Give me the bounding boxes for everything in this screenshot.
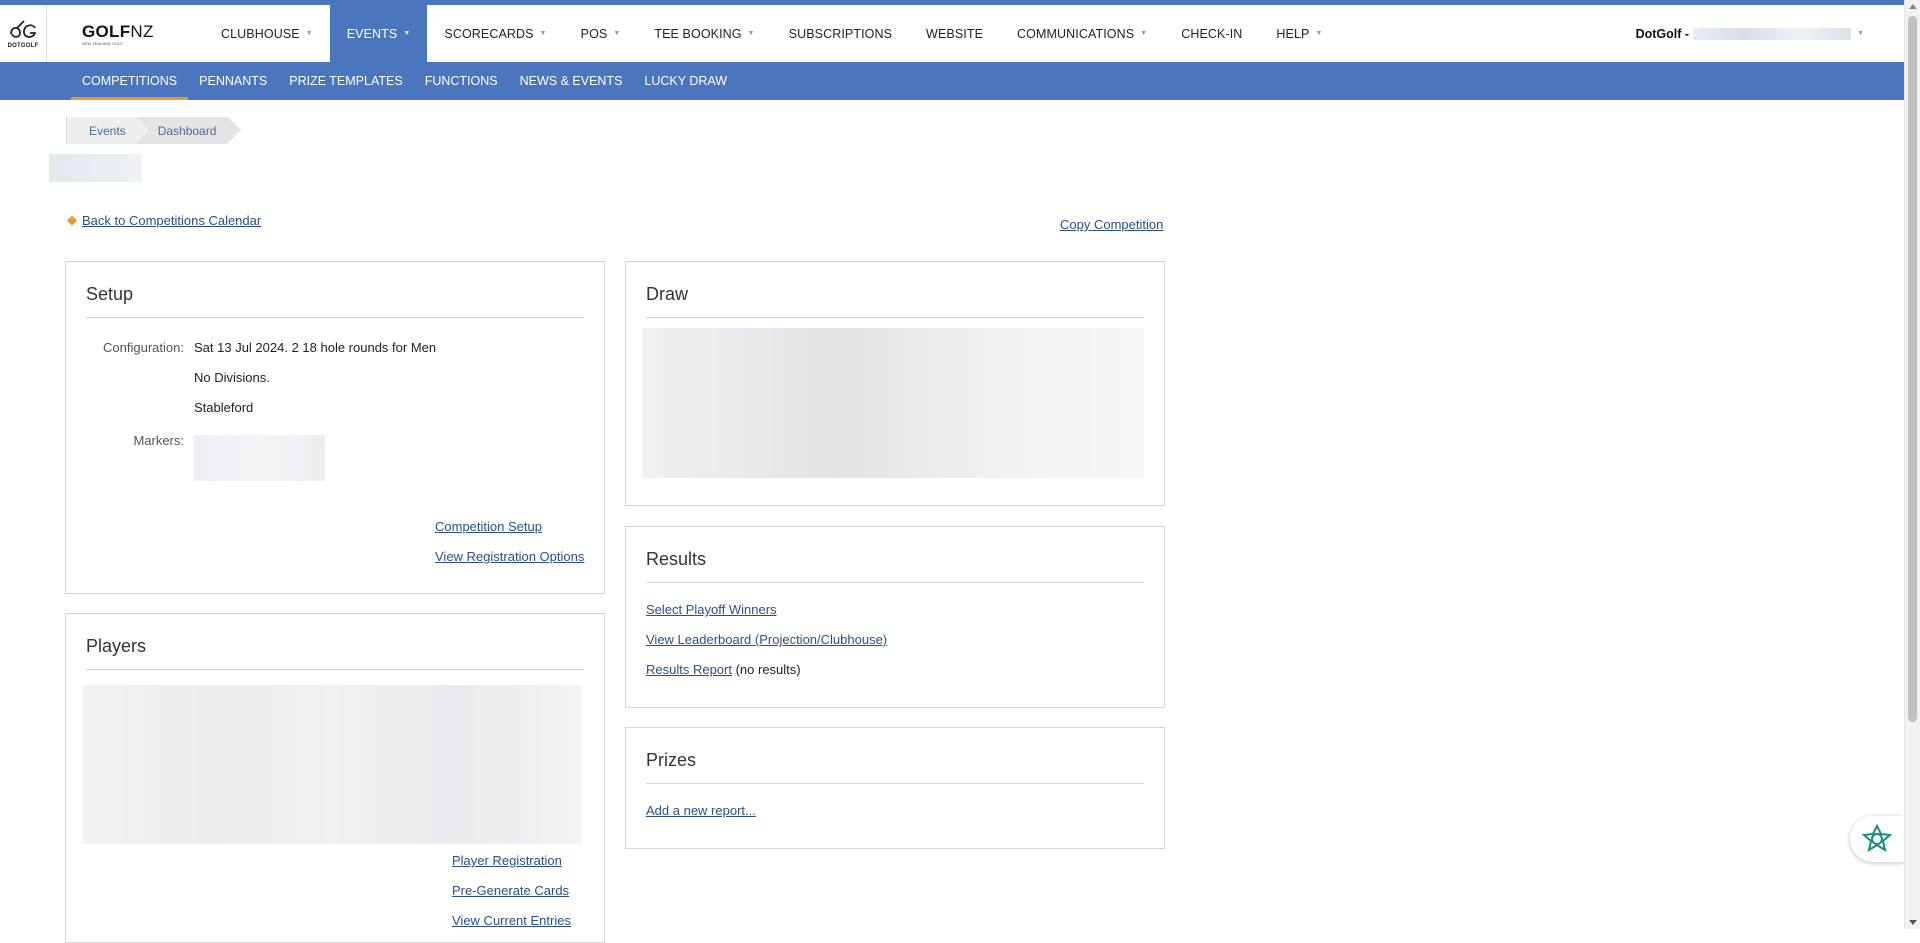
- chat-assistant-icon: [1861, 823, 1893, 853]
- main-header: DOTGOLF GOLFNZ NEW ZEALAND GOLF CLUBHOUS…: [0, 5, 1904, 62]
- players-panel: Players Player Registration Pre-Generate…: [65, 613, 605, 943]
- breadcrumb-events[interactable]: Events: [66, 117, 149, 144]
- subnav-prize-templates[interactable]: PRIZE TEMPLATES: [278, 62, 413, 100]
- divider: [646, 317, 1144, 318]
- sub-nav: COMPETITIONS PENNANTS PRIZE TEMPLATES FU…: [0, 62, 1904, 100]
- breadcrumb-separator: [228, 117, 242, 143]
- competition-setup-link[interactable]: Competition Setup: [435, 519, 542, 534]
- subnav-lucky-draw[interactable]: LUCKY DRAW: [633, 62, 738, 100]
- nav-check-in[interactable]: CHECK-IN: [1164, 5, 1259, 62]
- nav-website[interactable]: WEBSITE: [909, 5, 1000, 62]
- scroll-down-icon[interactable]: [1909, 920, 1917, 925]
- divider: [86, 669, 584, 670]
- select-playoff-winners-link[interactable]: Select Playoff Winners: [646, 602, 777, 617]
- format-value: Stableford: [194, 400, 254, 415]
- view-leaderboard-link[interactable]: View Leaderboard (Projection/Clubhouse): [646, 632, 887, 647]
- golfnz-logo-main: GOLF: [82, 21, 131, 41]
- nav-clubhouse[interactable]: CLUBHOUSE ▼: [204, 5, 330, 62]
- nav-website-label: WEBSITE: [926, 26, 984, 41]
- nav-help[interactable]: HELP ▼: [1259, 5, 1339, 62]
- add-new-report-link[interactable]: Add a new report...: [646, 803, 756, 818]
- nav-subscriptions-label: SUBSCRIPTIONS: [788, 26, 893, 41]
- results-report-row: Results Report (no results): [646, 662, 801, 677]
- breadcrumb-separator: [135, 117, 149, 143]
- redacted-draw-content: [642, 328, 1144, 478]
- main-nav: CLUBHOUSE ▼ EVENTS ▼ SCORECARDS ▼ POS ▼ TEE …: [204, 5, 1340, 62]
- view-current-entries-link[interactable]: View Current Entries: [452, 913, 571, 928]
- breadcrumb-events-label: Events: [89, 123, 126, 138]
- nav-events-label: EVENTS: [346, 26, 398, 41]
- nav-communications-label: COMMUNICATIONS: [1017, 26, 1135, 41]
- nav-tee-booking[interactable]: TEE BOOKING ▼: [637, 5, 771, 62]
- nav-help-label: HELP: [1276, 26, 1310, 41]
- nav-communications[interactable]: COMMUNICATIONS ▼: [1000, 5, 1164, 62]
- page-scrollbar[interactable]: [1904, 0, 1920, 929]
- results-report-note: (no results): [731, 662, 801, 677]
- breadcrumb-dashboard-label: Dashboard: [157, 123, 217, 138]
- players-title: Players: [86, 636, 147, 656]
- dotgolf-logo-text: DOTGOLF: [7, 43, 39, 49]
- dotgolf-logo-icon: [10, 20, 37, 38]
- subnav-pennants[interactable]: PENNANTS: [188, 62, 278, 100]
- divider: [646, 582, 1144, 583]
- arrow-left-icon: ◆: [67, 212, 77, 227]
- nav-subscriptions[interactable]: SUBSCRIPTIONS: [772, 5, 909, 62]
- chevron-down-icon: ▼: [1140, 30, 1148, 37]
- redacted-user-detail: [1693, 27, 1852, 40]
- back-to-calendar[interactable]: ◆ Back to Competitions Calendar: [67, 212, 261, 228]
- golfnz-logo[interactable]: GOLFNZ NEW ZEALAND GOLF: [47, 5, 167, 62]
- back-to-calendar-link[interactable]: Back to Competitions Calendar: [82, 213, 261, 228]
- draw-panel: Draw: [625, 261, 1165, 506]
- copy-competition-link[interactable]: Copy Competition: [1060, 217, 1163, 232]
- nav-scorecards-label: SCORECARDS: [444, 26, 534, 41]
- nav-check-in-label: CHECK-IN: [1181, 26, 1243, 41]
- breadcrumb: Events Dashboard: [66, 117, 242, 144]
- markers-label: Markers:: [133, 433, 184, 448]
- dotgolf-logo[interactable]: DOTGOLF: [0, 5, 47, 62]
- view-registration-options-link[interactable]: View Registration Options: [435, 549, 584, 564]
- chat-widget-button[interactable]: [1850, 816, 1904, 862]
- results-panel: Results Select Playoff Winners View Lead…: [625, 526, 1165, 708]
- chevron-down-icon: ▼: [539, 30, 547, 37]
- divider: [646, 783, 1144, 784]
- chevron-down-icon: ▼: [403, 30, 411, 37]
- golfnz-logo-subtitle: NEW ZEALAND GOLF: [82, 40, 123, 46]
- breadcrumb-dashboard[interactable]: Dashboard: [135, 117, 242, 144]
- user-menu[interactable]: DotGolf - ▼: [1636, 5, 1864, 62]
- nav-pos-label: POS: [580, 26, 608, 41]
- player-registration-link[interactable]: Player Registration: [452, 853, 562, 868]
- chevron-down-icon: ▼: [1315, 30, 1323, 37]
- nav-tee-booking-label: TEE BOOKING: [654, 26, 742, 41]
- nav-scorecards[interactable]: SCORECARDS ▼: [427, 5, 563, 62]
- configuration-value: Sat 13 Jul 2024. 2 18 hole rounds for Me…: [194, 340, 437, 355]
- divider: [86, 317, 584, 318]
- chevron-down-icon: ▼: [613, 30, 621, 37]
- chevron-down-icon: ▼: [747, 30, 755, 37]
- redacted-markers: [194, 435, 325, 481]
- configuration-label: Configuration:: [103, 340, 184, 355]
- nav-events[interactable]: EVENTS ▼: [329, 5, 428, 62]
- pre-generate-cards-link[interactable]: Pre-Generate Cards: [452, 883, 569, 898]
- results-title: Results: [646, 549, 707, 569]
- chevron-down-icon: ▼: [305, 30, 313, 37]
- prizes-title: Prizes: [646, 750, 697, 770]
- nav-clubhouse-label: CLUBHOUSE: [221, 26, 300, 41]
- nav-pos[interactable]: POS ▼: [564, 5, 638, 62]
- prizes-panel: Prizes Add a new report...: [625, 727, 1165, 849]
- chevron-down-icon: ▼: [1857, 30, 1864, 37]
- redacted-players-content: [83, 685, 582, 844]
- results-report-link[interactable]: Results Report: [646, 662, 732, 677]
- user-name: DotGolf -: [1635, 26, 1690, 41]
- scroll-thumb[interactable]: [1908, 16, 1917, 722]
- draw-title: Draw: [646, 284, 689, 304]
- golfnz-logo-nz: NZ: [130, 21, 154, 41]
- setup-panel: Setup Configuration: Sat 13 Jul 2024. 2 …: [65, 261, 605, 594]
- divisions-value: No Divisions.: [194, 370, 270, 385]
- scroll-up-icon[interactable]: [1909, 4, 1917, 9]
- subnav-competitions[interactable]: COMPETITIONS: [71, 62, 189, 100]
- setup-title: Setup: [86, 284, 134, 304]
- subnav-news-events[interactable]: NEWS & EVENTS: [509, 62, 634, 100]
- subnav-functions[interactable]: FUNCTIONS: [414, 62, 509, 100]
- redacted-competition-title: [49, 154, 142, 182]
